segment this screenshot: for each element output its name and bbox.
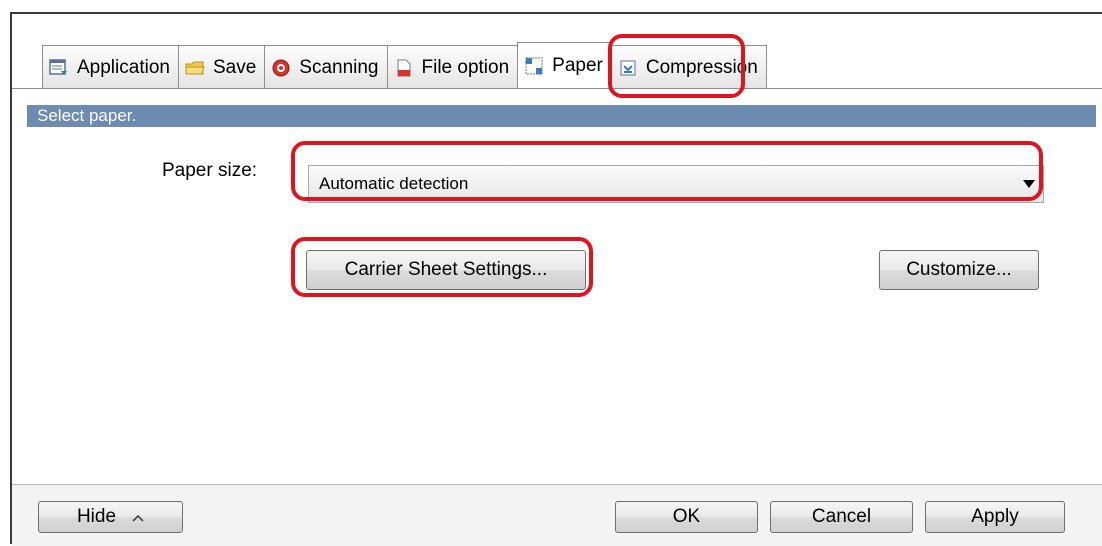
cancel-button[interactable]: Cancel	[770, 501, 913, 533]
tab-label: Scanning	[299, 56, 379, 78]
folder-icon	[185, 58, 205, 78]
apply-button[interactable]: Apply	[925, 501, 1065, 533]
paper-size-label: Paper size:	[162, 160, 258, 181]
tab-paper[interactable]: Paper	[517, 42, 612, 89]
tab-label: Paper	[552, 55, 603, 76]
paper-size-value: Automatic detection	[319, 174, 469, 193]
tab-label: Compression	[645, 56, 758, 78]
tab-label: Save	[212, 56, 257, 78]
paper-icon	[524, 56, 544, 76]
tab-save[interactable]: Save	[177, 45, 266, 89]
section-header: Select paper.	[27, 105, 1096, 127]
tab-scanning[interactable]: Scanning	[264, 45, 388, 89]
tab-compression[interactable]: Compression	[610, 45, 767, 89]
tab-content-border	[12, 88, 1102, 89]
customize-button[interactable]: Customize...	[879, 250, 1039, 290]
application-icon	[49, 58, 69, 78]
paper-size-select[interactable]: Automatic detection	[308, 165, 1044, 203]
dropdown-arrow-icon[interactable]	[1023, 180, 1035, 188]
file-option-icon	[394, 58, 414, 78]
tab-application[interactable]: Application	[42, 45, 179, 89]
scanning-icon	[271, 58, 291, 78]
chevron-up-icon	[132, 506, 144, 528]
hide-button[interactable]: Hide	[38, 501, 183, 533]
compression-icon	[618, 58, 638, 78]
tab-strip: Application Save Scanning File option Pa…	[12, 14, 1102, 104]
tab-file-option[interactable]: File option	[386, 45, 519, 89]
tab-label: Application	[77, 56, 170, 78]
carrier-sheet-settings-button[interactable]: Carrier Sheet Settings...	[306, 250, 586, 290]
ok-button[interactable]: OK	[615, 501, 758, 533]
tab-label: File option	[421, 56, 510, 78]
scan-settings-window: Application Save Scanning File option Pa…	[10, 12, 1102, 546]
hide-label: Hide	[76, 506, 117, 527]
